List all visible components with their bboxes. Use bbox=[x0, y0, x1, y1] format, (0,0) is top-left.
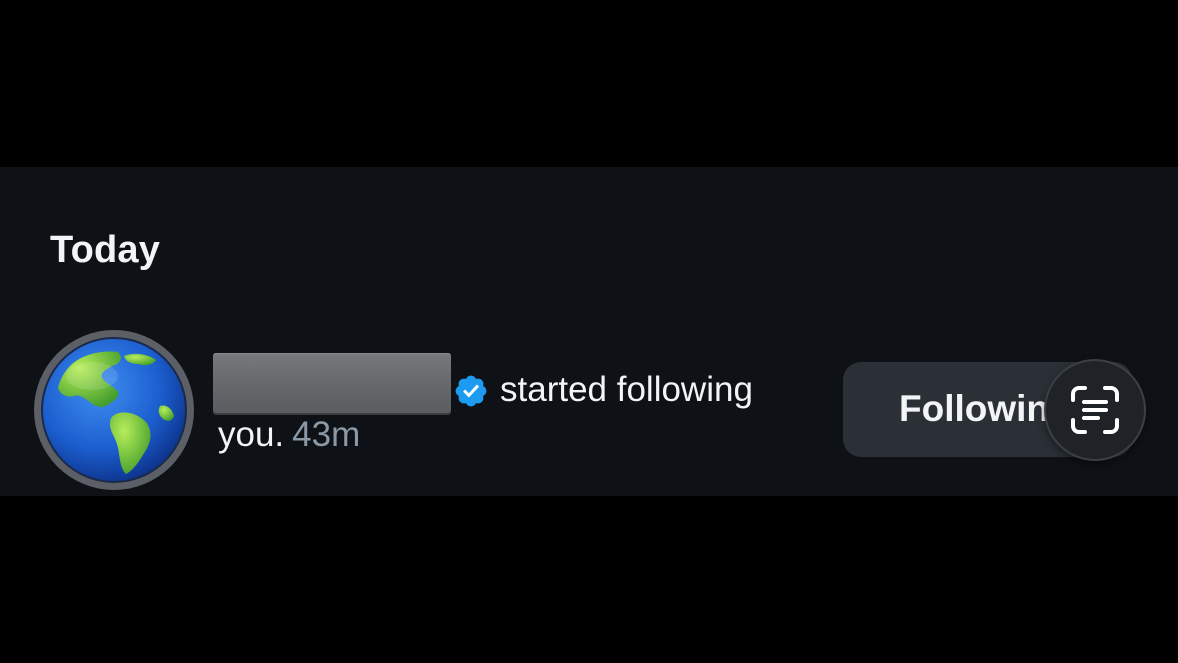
avatar[interactable] bbox=[34, 330, 194, 490]
following-button-label: Followin bbox=[899, 388, 1050, 429]
redacted-username[interactable] bbox=[213, 353, 451, 413]
live-text-scan-icon bbox=[1071, 386, 1119, 434]
verified-badge-icon bbox=[455, 375, 487, 407]
globe-icon bbox=[41, 337, 187, 483]
timestamp: 43m bbox=[292, 415, 361, 454]
section-title-today: Today bbox=[50, 229, 161, 271]
live-text-scan-button[interactable] bbox=[1046, 361, 1144, 459]
notification-text-end: you. bbox=[218, 415, 285, 454]
notification-text-continued: you. 43m bbox=[218, 415, 360, 455]
notification-text: started following bbox=[500, 370, 753, 409]
